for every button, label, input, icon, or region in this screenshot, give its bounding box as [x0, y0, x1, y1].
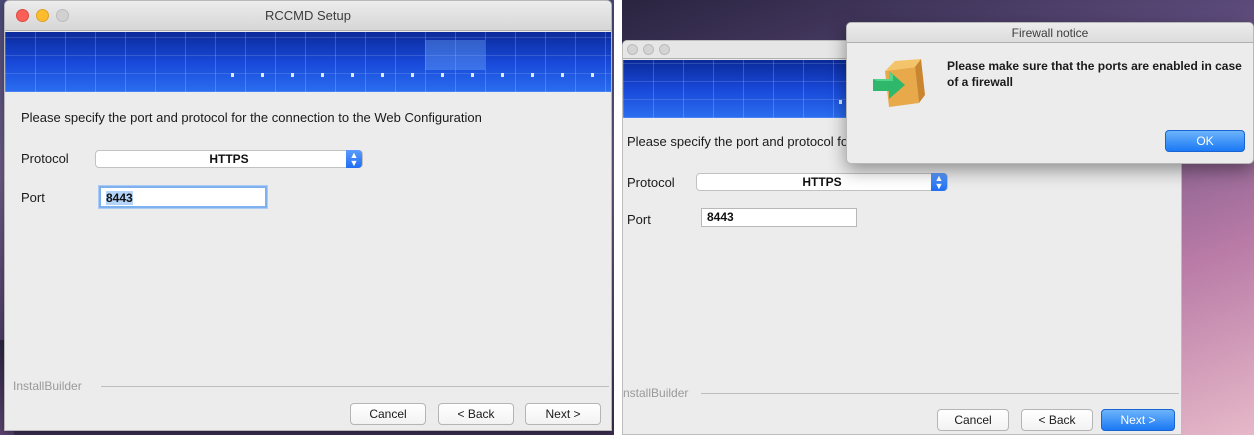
port-label: Port — [627, 212, 651, 227]
close-window-button[interactable] — [627, 44, 638, 55]
next-button[interactable]: Next > — [525, 403, 601, 425]
ok-button[interactable]: OK — [1165, 130, 1245, 152]
installbuilder-label: nstallBuilder — [623, 386, 689, 400]
zoom-window-button[interactable] — [56, 9, 69, 22]
protocol-select[interactable]: HTTPS ▲ ▼ — [696, 173, 948, 191]
protocol-select[interactable]: HTTPS ▲ ▼ — [95, 150, 363, 168]
port-input[interactable]: 8443 — [99, 186, 267, 208]
back-button[interactable]: < Back — [1021, 409, 1093, 431]
port-label: Port — [21, 190, 45, 205]
installbuilder-divider — [101, 386, 609, 387]
back-button[interactable]: < Back — [438, 403, 514, 425]
header-banner — [5, 32, 611, 92]
dialog-title: Firewall notice — [1011, 26, 1089, 40]
window-title: RCCMD Setup — [265, 8, 351, 23]
port-input-value: 8443 — [106, 191, 133, 205]
minimize-window-button[interactable] — [643, 44, 654, 55]
port-input[interactable]: 8443 — [701, 208, 857, 227]
zoom-window-button[interactable] — [659, 44, 670, 55]
banner-glow — [425, 40, 485, 70]
installbuilder-divider — [701, 393, 1179, 394]
cancel-button[interactable]: Cancel — [350, 403, 426, 425]
right-screenshot: Please specify the port and protocol for… — [622, 0, 1254, 435]
close-window-button[interactable] — [16, 9, 29, 22]
instruction-text: Please specify the port and protocol for… — [21, 110, 482, 125]
banner-dots — [205, 73, 611, 77]
cancel-button[interactable]: Cancel — [937, 409, 1009, 431]
protocol-select-value: HTTPS — [209, 152, 249, 166]
next-button[interactable]: Next > — [1101, 409, 1175, 431]
dialog-message: Please make sure that the ports are enab… — [947, 59, 1242, 89]
rccmd-setup-window: RCCMD Setup Please specify the port and … — [4, 0, 612, 431]
port-input-value: 8443 — [707, 210, 734, 224]
left-screenshot: RCCMD Setup Please specify the port and … — [0, 0, 614, 435]
chevron-updown-icon: ▲ ▼ — [346, 150, 362, 168]
window-titlebar[interactable]: RCCMD Setup — [5, 1, 611, 31]
firewall-notice-dialog: Firewall notice Please make sure that th… — [846, 22, 1254, 164]
box-arrow-icon — [873, 59, 925, 107]
instruction-text: Please specify the port and protocol for — [627, 134, 853, 149]
dialog-titlebar[interactable]: Firewall notice — [847, 23, 1253, 43]
chevron-updown-icon: ▲ ▼ — [931, 173, 947, 191]
protocol-label: Protocol — [21, 151, 69, 166]
minimize-window-button[interactable] — [36, 9, 49, 22]
protocol-label: Protocol — [627, 175, 675, 190]
installbuilder-label: InstallBuilder — [13, 379, 82, 393]
protocol-select-value: HTTPS — [802, 175, 842, 189]
